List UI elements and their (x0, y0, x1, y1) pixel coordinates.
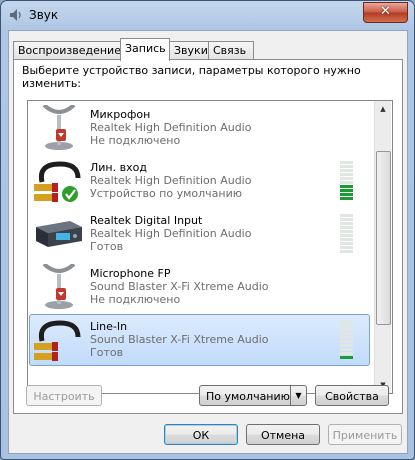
device-status: Готов (90, 240, 124, 253)
device-driver: Realtek High Definition Audio (90, 121, 252, 134)
scroll-up-arrow-icon[interactable]: ▲ (375, 101, 391, 117)
meter-segment (340, 234, 353, 237)
device-status: Устройство по умолчанию (90, 187, 243, 200)
level-meter (340, 214, 353, 255)
meter-segment (340, 169, 353, 172)
device-status: Не подключено (90, 293, 181, 306)
dialog-client-area: Воспроизведение Запись Звуки Связь Выбер… (8, 30, 408, 454)
meter-segment (340, 242, 353, 245)
meter-segment (340, 161, 353, 164)
vertical-scrollbar[interactable]: ▲ ▼ (374, 101, 391, 393)
microphone-icon (42, 264, 76, 309)
device-driver: Realtek High Definition Audio (90, 227, 252, 240)
meter-segment (340, 226, 353, 229)
device-status: Не подключено (90, 134, 181, 147)
tab-sounds[interactable]: Звуки (169, 41, 213, 60)
title-bar[interactable]: Звук ✕ (1, 1, 414, 29)
set-default-label: По умолчанию (206, 390, 290, 403)
meter-segment (340, 320, 353, 323)
cancel-button[interactable]: Отмена (246, 424, 320, 445)
meter-segment (340, 324, 353, 327)
digital-input-icon (36, 221, 82, 247)
meter-segment (340, 230, 353, 233)
device-status: Готов (90, 346, 124, 359)
meter-segment (340, 173, 353, 176)
device-item-selected[interactable]: Line-In Sound Blaster X-Fi Xtreme Audio … (28, 313, 371, 366)
level-meter (340, 320, 353, 361)
close-button[interactable]: ✕ (363, 2, 408, 23)
meter-segment (340, 328, 353, 331)
device-driver: Realtek High Definition Audio (90, 174, 252, 187)
device-item[interactable]: Microphone FP Sound Blaster X-Fi Xtreme … (28, 260, 371, 313)
meter-segment (340, 214, 353, 217)
sound-dialog-window: Звук ✕ Воспроизведение Запись Звуки Связ… (0, 0, 415, 460)
scroll-thumb[interactable] (376, 151, 391, 325)
meter-segment (340, 193, 353, 196)
device-list[interactable]: Микрофон Realtek High Definition Audio Н… (27, 100, 393, 394)
meter-segment (340, 356, 353, 359)
device-driver: Sound Blaster X-Fi Xtreme Audio (90, 333, 269, 346)
ok-button[interactable]: ОК (164, 424, 238, 445)
speaker-icon (10, 9, 21, 21)
tab-playback[interactable]: Воспроизведение (13, 41, 121, 60)
instruction-text: Выберите устройство записи, параметры ко… (22, 64, 361, 90)
meter-segment (340, 181, 353, 184)
window-title: Звук (29, 8, 59, 22)
device-name: Line-In (90, 320, 128, 333)
line-in-cable-icon (34, 320, 81, 361)
device-item[interactable]: Лин. вход Realtek High Definition Audio … (28, 154, 371, 207)
recording-panel: Выберите устройство записи, параметры ко… (13, 59, 403, 414)
line-in-cable-icon (34, 161, 81, 202)
meter-segment (340, 185, 353, 188)
tab-recording[interactable]: Запись (120, 38, 170, 61)
meter-segment (340, 336, 353, 339)
meter-segment (340, 238, 353, 241)
device-item[interactable]: Realtek Digital Input Realtek High Defin… (28, 207, 371, 260)
device-name: Microphone FP (90, 267, 171, 280)
meter-segment (340, 189, 353, 192)
device-name: Микрофон (90, 108, 151, 121)
device-driver: Sound Blaster X-Fi Xtreme Audio (90, 280, 269, 293)
device-name: Realtek Digital Input (90, 214, 203, 227)
meter-segment (340, 332, 353, 335)
meter-segment (340, 250, 353, 253)
tab-communications[interactable]: Связь (208, 41, 254, 60)
meter-segment (340, 344, 353, 347)
meter-segment (340, 340, 353, 343)
device-item[interactable]: Микрофон Realtek High Definition Audio Н… (28, 101, 371, 154)
configure-button[interactable]: Настроить (26, 385, 102, 406)
meter-segment (340, 222, 353, 225)
properties-button[interactable]: Свойства (315, 385, 389, 406)
meter-segment (340, 246, 353, 249)
apply-button[interactable]: Применить (328, 424, 402, 445)
meter-segment (340, 177, 353, 180)
meter-segment (340, 197, 353, 200)
meter-segment (340, 165, 353, 168)
meter-segment (340, 352, 353, 355)
meter-segment (340, 218, 353, 221)
dropdown-arrow-icon[interactable]: ▼ (290, 386, 306, 405)
meter-segment (340, 348, 353, 351)
set-default-split-button[interactable]: По умолчанию ▼ (199, 385, 307, 406)
level-meter (340, 161, 353, 202)
microphone-icon (42, 105, 76, 150)
device-name: Лин. вход (90, 161, 147, 174)
